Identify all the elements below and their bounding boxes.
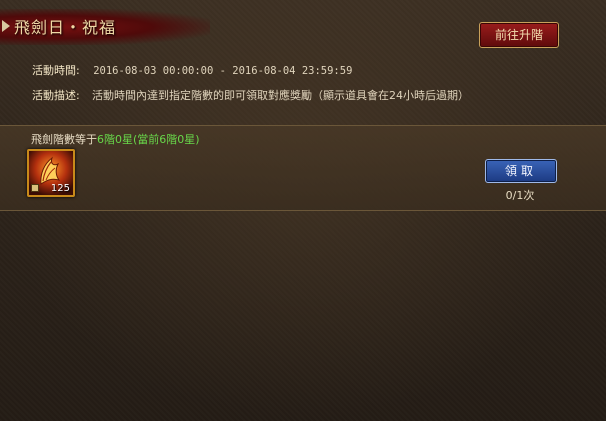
task-desc-prefix: 飛劍階數等于 bbox=[31, 133, 97, 146]
claim-button[interactable]: 領取 bbox=[485, 159, 557, 183]
page-title: 飛劍日・祝福 bbox=[14, 18, 117, 37]
bound-lock-icon bbox=[31, 184, 39, 192]
task-description: 飛劍階數等于6階0星(當前6階0星) bbox=[31, 131, 200, 147]
reward-item-slot[interactable]: 125 bbox=[27, 149, 75, 197]
activity-time-label: 活動時間: bbox=[32, 64, 80, 77]
task-desc-current: (當前6階0星) bbox=[133, 133, 200, 146]
wing-item-icon bbox=[40, 156, 60, 185]
task-row: 飛劍階數等于6階0星(當前6階0星) 125 領取 0/1次 bbox=[0, 125, 606, 211]
activity-time-value: 2016-08-03 00:00:00 - 2016-08-04 23:59:5… bbox=[93, 65, 353, 77]
activity-desc-label: 活動描述: bbox=[32, 89, 80, 102]
activity-panel: 飛劍日・祝福 前往升階 活動時間: 2016-08-03 00:00:00 - … bbox=[0, 0, 606, 421]
activity-desc-value: 活動時間內達到指定階數的即可領取對應獎勵（顯示道具會在24小時后過期） bbox=[92, 89, 469, 102]
claim-count: 0/1次 bbox=[505, 189, 535, 202]
go-upgrade-button[interactable]: 前往升階 bbox=[479, 22, 559, 48]
activity-time-row: 活動時間: 2016-08-03 00:00:00 - 2016-08-04 2… bbox=[32, 62, 352, 78]
task-desc-target: 6階0星 bbox=[97, 133, 133, 146]
ribbon-arrow-icon bbox=[2, 20, 10, 32]
activity-desc-row: 活動描述: 活動時間內達到指定階數的即可領取對應獎勵（顯示道具會在24小時后過期… bbox=[32, 87, 512, 103]
reward-count: 125 bbox=[50, 183, 70, 194]
